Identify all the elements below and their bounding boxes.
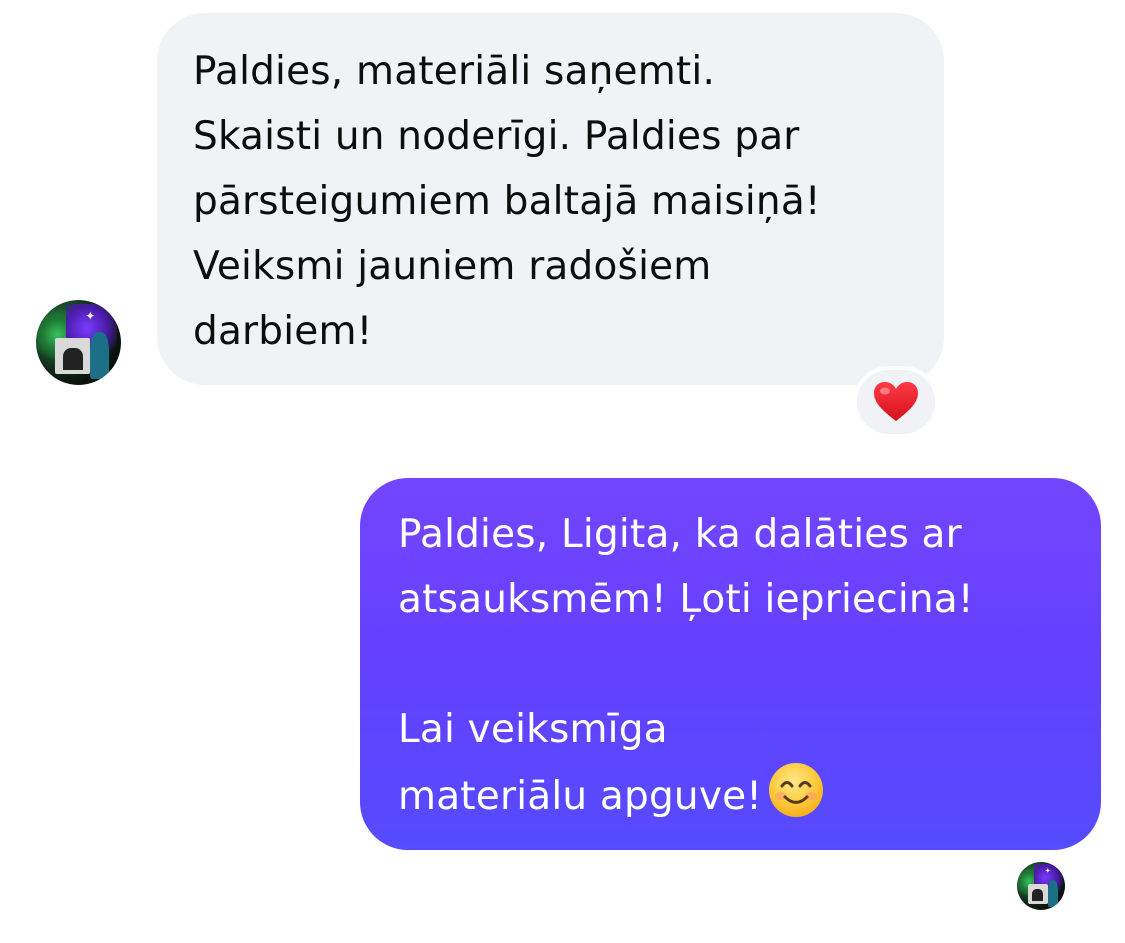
message-line-with-emoji: materiālu apguve! <box>398 762 1081 827</box>
message-line: Veiksmi jauniem radošiem <box>193 244 712 289</box>
message-line: Paldies, materiāli saņemti. <box>193 49 716 94</box>
message-line: Lai veiksmīga <box>398 707 668 752</box>
sender-avatar[interactable]: ✦ <box>36 300 121 385</box>
avatar-person <box>1047 880 1059 907</box>
message-line: pārsteigumiem baltajā maisiņā! <box>193 179 821 224</box>
message-line: atsauksmēm! Ļoti iepriecina! <box>398 577 974 622</box>
message-line <box>398 632 1081 697</box>
outgoing-message-bubble[interactable]: Paldies, Ligita, ka dalāties ar atsauksm… <box>360 478 1101 850</box>
read-receipt-avatar: ✦ <box>1017 862 1065 910</box>
avatar-fireplace <box>54 338 91 374</box>
incoming-message-bubble[interactable]: Paldies, materiāli saņemti. Skaisti un n… <box>157 13 944 385</box>
message-line: Paldies, Ligita, ka dalāties ar <box>398 512 962 557</box>
message-reaction[interactable] <box>853 366 939 438</box>
message-line: Skaisti un noderīgi. Paldies par <box>193 114 800 159</box>
avatar-fireplace <box>1027 883 1048 904</box>
smiling-face-icon <box>769 763 824 817</box>
star-icon: ✦ <box>85 309 96 324</box>
avatar-person <box>90 332 110 380</box>
star-icon: ✦ <box>1044 866 1051 875</box>
message-line-text: materiālu apguve! <box>398 774 763 819</box>
message-line: darbiem! <box>193 309 373 354</box>
heart-icon <box>874 382 918 421</box>
